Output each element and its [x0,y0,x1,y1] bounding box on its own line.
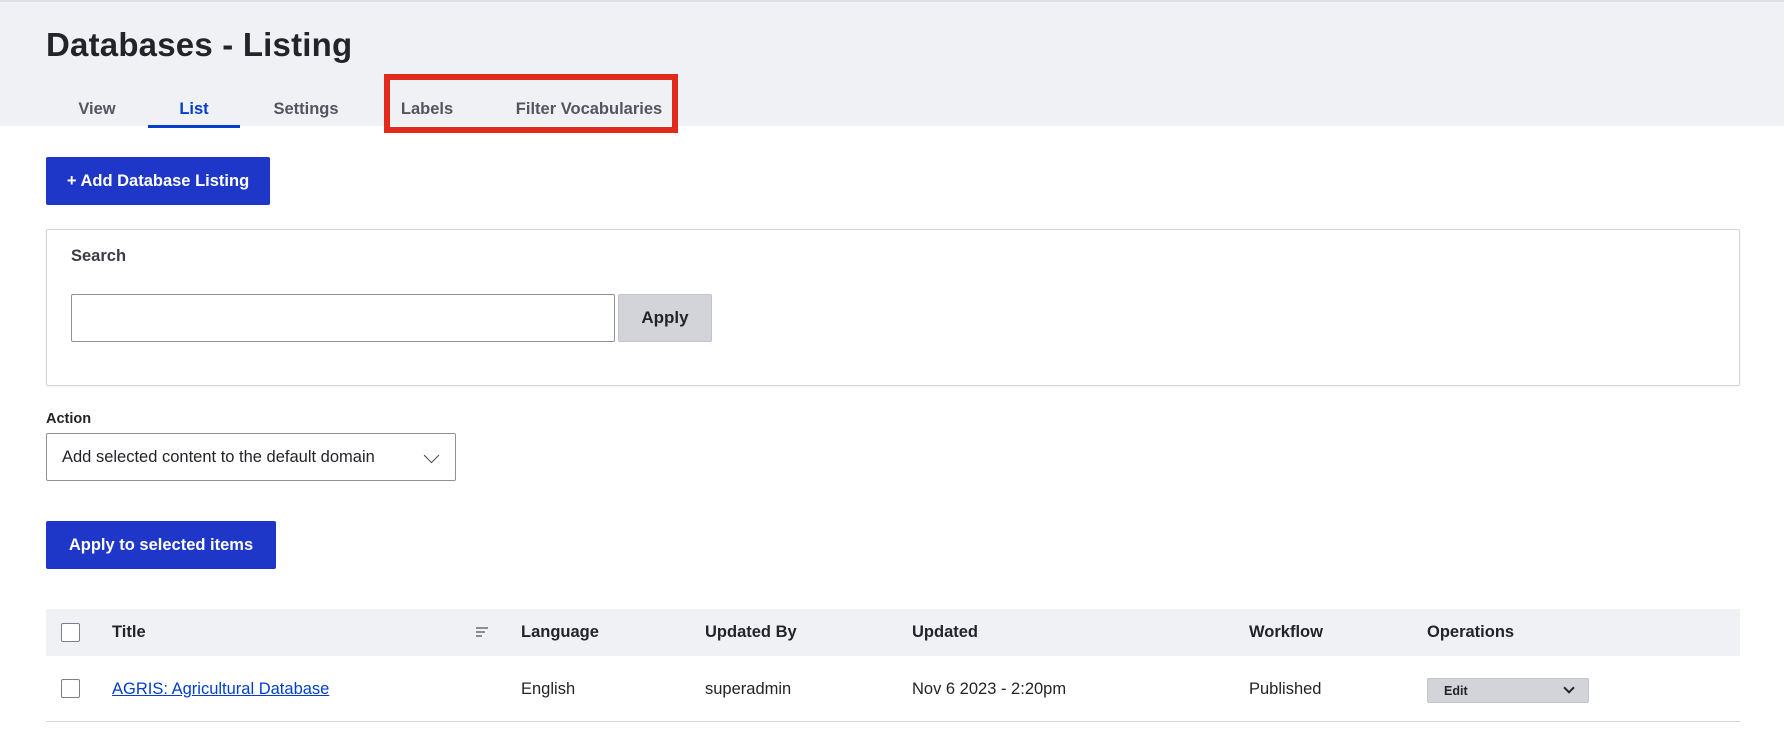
row-language: English [521,679,576,698]
table-header: Title Language Updated By Updated Workfl… [46,609,1740,656]
tab-view[interactable]: View [60,90,134,128]
tab-settings[interactable]: Settings [258,90,354,128]
apply-search-button[interactable]: Apply [618,294,712,342]
edit-operations-button[interactable]: Edit [1427,678,1589,703]
row-divider [46,721,1740,722]
action-label: Action [46,411,92,427]
tab-list[interactable]: List [148,90,240,128]
column-updated: Updated [912,623,978,641]
apply-to-selected-button[interactable]: Apply to selected items [46,521,276,569]
search-panel: Search Apply [46,229,1740,386]
column-title[interactable]: Title [112,609,146,656]
tab-labels[interactable]: Labels [394,90,460,128]
page-title: Databases - Listing [46,26,353,63]
search-label: Search [71,247,127,265]
action-select-value: Add selected content to the default doma… [62,447,375,466]
search-input[interactable] [71,294,615,342]
row-workflow: Published [1249,679,1322,698]
sort-icon[interactable] [476,627,488,637]
column-language: Language [521,623,599,641]
column-operations: Operations [1427,623,1515,641]
chevron-down-icon [423,447,440,464]
row-title-link[interactable]: AGRIS: Agricultural Database [112,680,329,699]
column-workflow: Workflow [1249,623,1323,641]
tab-filter-vocabularies[interactable]: Filter Vocabularies [507,90,671,128]
row-updated-by: superadmin [705,679,792,698]
row-checkbox[interactable] [61,679,80,698]
add-database-listing-button[interactable]: + Add Database Listing [46,157,270,205]
edit-label: Edit [1444,683,1468,698]
select-all-checkbox[interactable] [61,623,80,642]
action-select[interactable]: Add selected content to the default doma… [46,433,456,481]
column-updated-by: Updated By [705,623,797,641]
page-header: Databases - Listing View List Settings L… [0,0,1784,133]
chevron-down-icon[interactable] [1563,682,1575,694]
row-updated: Nov 6 2023 - 2:20pm [912,679,1067,698]
